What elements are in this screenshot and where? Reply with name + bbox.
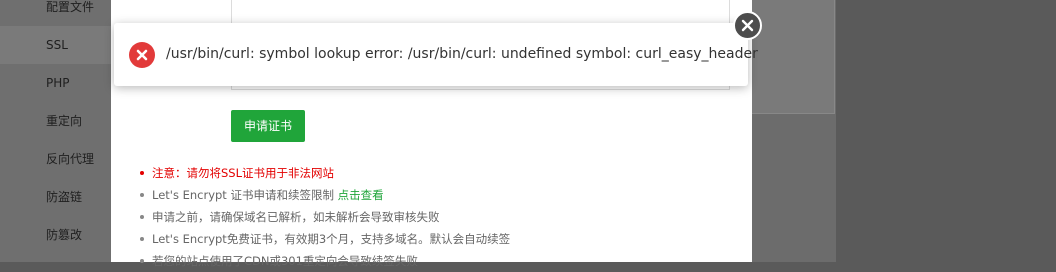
list-item: 注意：请勿将SSL证书用于非法网站 [140,162,740,184]
list-item: 申请之前，请确保域名已解析，如未解析会导致审核失败 [140,206,740,228]
right-backdrop [836,0,1056,262]
note-text: Let's Encrypt免费证书，有效期3个月，支持多域名。默认会自动续签 [152,232,511,246]
bullet-icon [140,259,144,263]
sidebar-item-redirect[interactable]: 重定向 [0,102,116,140]
bullet-icon [140,171,144,175]
note-text: 若您的站点使用了CDN或301重定向会导致续签失败 [152,254,418,268]
note-text: 注意：请勿将SSL证书用于非法网站 [152,166,335,180]
sidebar-item-hotlink[interactable]: 防盗链 [0,178,116,216]
list-item: Let's Encrypt免费证书，有效期3个月，支持多域名。默认会自动续签 [140,228,740,250]
sidebar-item-php[interactable]: PHP [0,64,116,102]
notes-list: 注意：请勿将SSL证书用于非法网站 Let's Encrypt 证书申请和续签限… [140,162,740,272]
sidebar-item-config[interactable]: 配置文件 [0,0,116,26]
list-item: 若您的站点使用了CDN或301重定向会导致续签失败 [140,250,740,272]
error-toast: /usr/bin/curl: symbol lookup error: /usr… [114,23,758,86]
view-limits-link[interactable]: 点击查看 [338,188,384,202]
note-text: Let's Encrypt 证书申请和续签限制 [152,188,338,202]
sidebar-item-ssl[interactable]: SSL [0,26,116,64]
list-item: Let's Encrypt 证书申请和续签限制 点击查看 [140,184,740,206]
bullet-icon [140,193,144,197]
sidebar: 配置文件 SSL PHP 重定向 反向代理 防盗链 防篡改 [0,0,116,262]
apply-certificate-button[interactable]: 申请证书 [231,110,305,142]
error-x-icon [129,42,155,68]
close-button[interactable] [733,11,762,40]
right-panel-box [752,0,835,114]
sidebar-item-reverse-proxy[interactable]: 反向代理 [0,140,116,178]
note-text: 申请之前，请确保域名已解析，如未解析会导致审核失败 [152,210,440,224]
bullet-icon [140,237,144,241]
error-message: /usr/bin/curl: symbol lookup error: /usr… [166,46,758,62]
bullet-icon [140,215,144,219]
sidebar-item-tamper-proof[interactable]: 防篡改 [0,216,116,254]
